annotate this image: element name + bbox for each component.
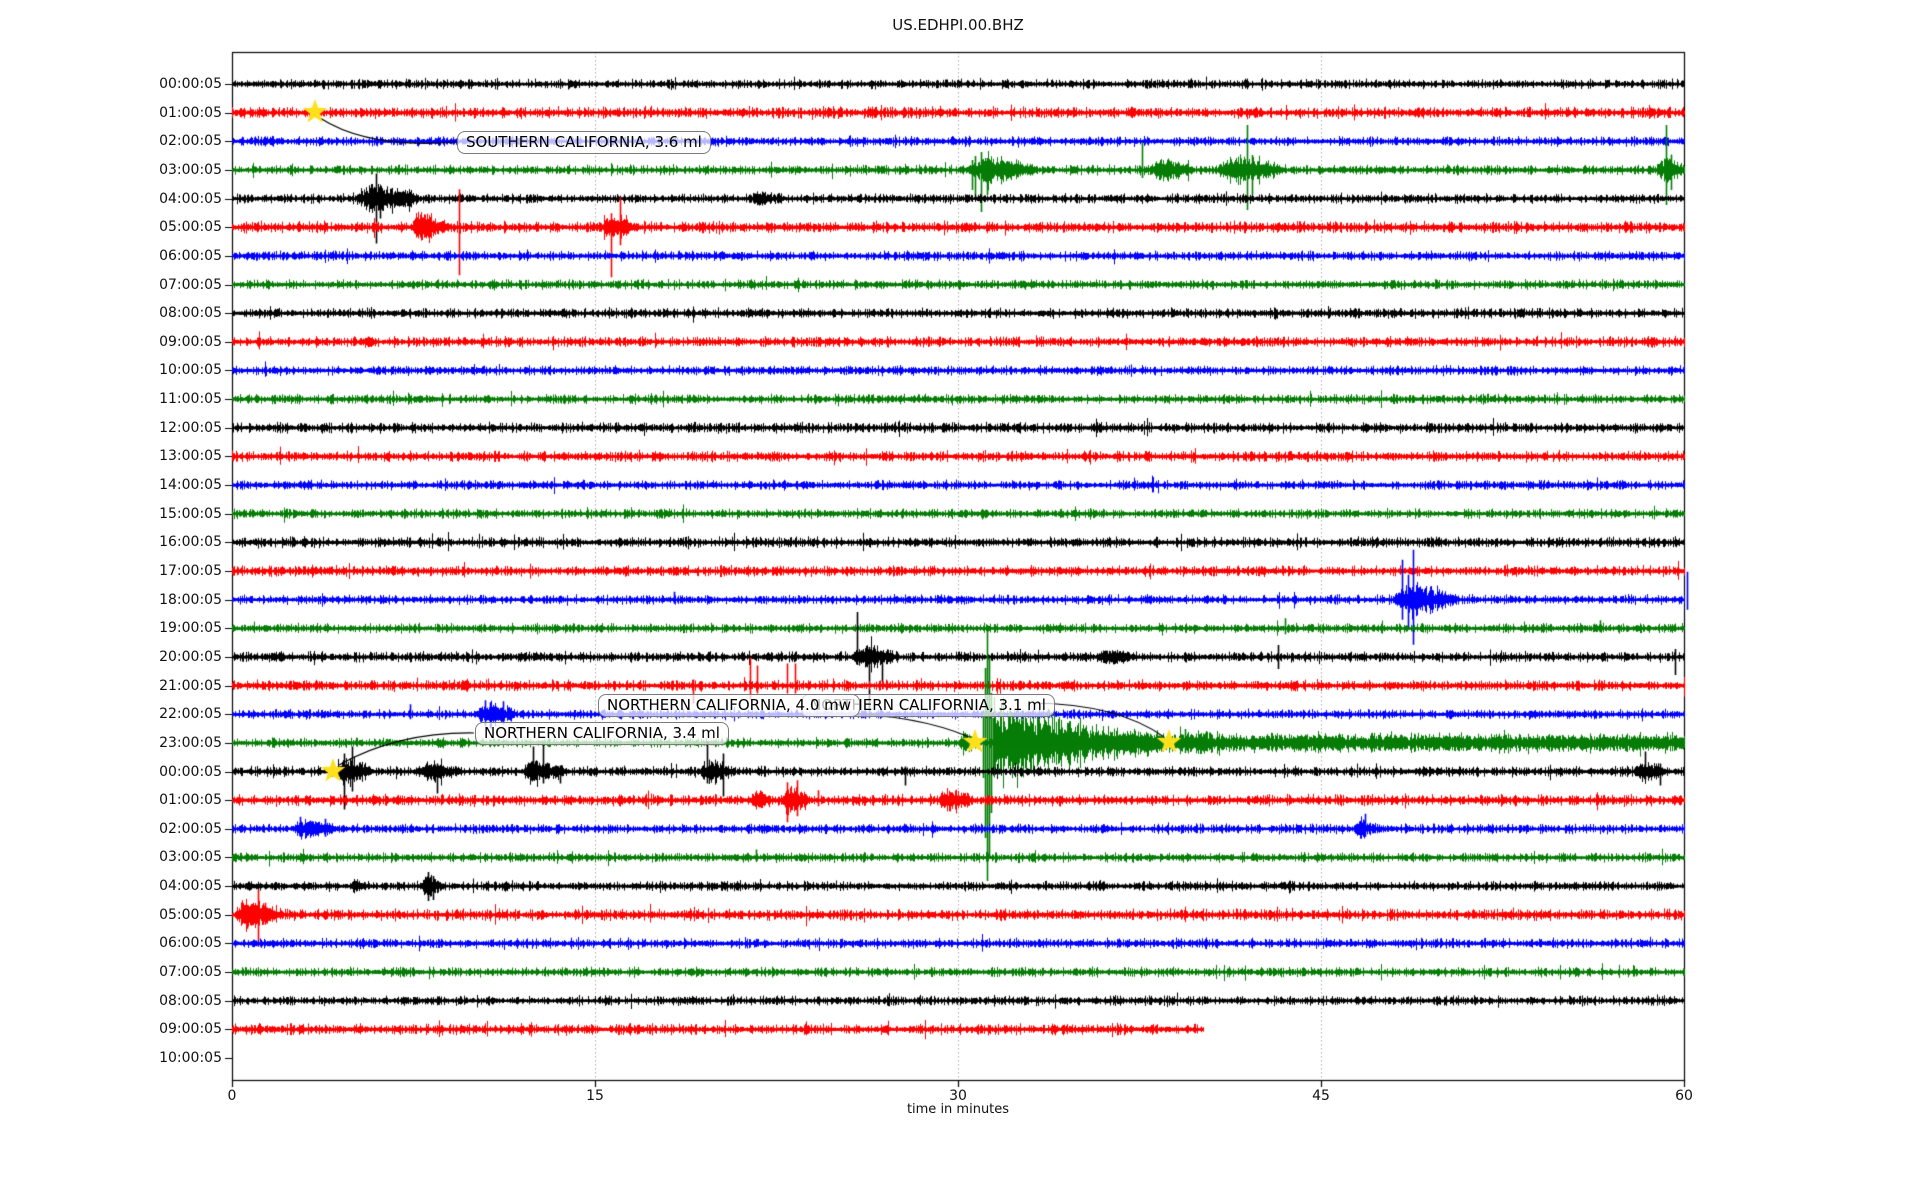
x-axis-title: time in minutes (906, 1102, 1010, 1117)
y-tick-label-row-4: 04:00:05 (159, 190, 222, 207)
y-tick-label-row-2: 02:00:05 (159, 133, 222, 150)
y-tick-label-row-6: 06:00:05 (159, 247, 222, 264)
y-tick-label-row-20: 20:00:05 (159, 648, 222, 665)
y-tick-label-row-18: 18:00:05 (159, 591, 222, 608)
y-tick-label-row-30: 06:00:05 (159, 935, 222, 952)
annotation-southern-california-3-6: SOUTHERN CALIFORNIA, 3.6 ml (457, 131, 711, 154)
y-tick-label-row-7: 07:00:05 (159, 276, 222, 293)
y-tick-label-row-25: 01:00:05 (159, 792, 222, 809)
y-tick-label-row-1: 01:00:05 (159, 104, 222, 121)
y-tick-label-row-32: 08:00:05 (159, 992, 222, 1009)
y-tick-label-row-27: 03:00:05 (159, 849, 222, 866)
y-tick-label-row-10: 10:00:05 (159, 362, 222, 379)
y-tick-label-row-23: 23:00:05 (159, 734, 222, 751)
y-tick-label-row-16: 16:00:05 (159, 534, 222, 551)
seismogram-canvas (0, 0, 1920, 1200)
y-tick-label-row-11: 11:00:05 (159, 391, 222, 408)
y-tick-label-row-3: 03:00:05 (159, 161, 222, 178)
y-tick-label-row-24: 00:00:05 (159, 763, 222, 780)
y-tick-label-row-26: 02:00:05 (159, 820, 222, 837)
y-tick-label-row-8: 08:00:05 (159, 305, 222, 322)
annotation-northern-california-3-4: NORTHERN CALIFORNIA, 3.4 ml (475, 722, 729, 745)
y-tick-label-row-15: 15:00:05 (159, 505, 222, 522)
y-tick-label-row-33: 09:00:05 (159, 1021, 222, 1038)
y-tick-label-row-13: 13:00:05 (159, 448, 222, 465)
y-tick-label-row-0: 00:00:05 (159, 76, 222, 92)
y-tick-label-row-12: 12:00:05 (159, 419, 222, 436)
y-tick-label-row-31: 07:00:05 (159, 964, 222, 981)
y-tick-label-row-22: 22:00:05 (159, 706, 222, 723)
y-tick-label-row-14: 14:00:05 (159, 477, 222, 494)
seismogram-figure: US.EDHPI.00.BHZ 00:00:05 01:00:05 02:00:05… (0, 0, 1920, 1200)
y-tick-label-row-21: 21:00:05 (159, 677, 222, 694)
y-tick-label-row-34: 10:00:05 (159, 1049, 222, 1066)
annotation-northern-california-4-0: NORTHERN CALIFORNIA, 4.0 mw (598, 694, 861, 717)
y-tick-label-row-9: 09:00:05 (159, 333, 222, 350)
y-tick-label-row-19: 19:00:05 (159, 620, 222, 637)
y-tick-label-row-17: 17:00:05 (159, 562, 222, 579)
page-title: US.EDHPI.00.BHZ (892, 16, 1024, 34)
y-tick-label-row-28: 04:00:05 (159, 878, 222, 895)
y-tick-label-row-29: 05:00:05 (159, 906, 222, 923)
y-tick-label-row-5: 05:00:05 (159, 219, 222, 236)
